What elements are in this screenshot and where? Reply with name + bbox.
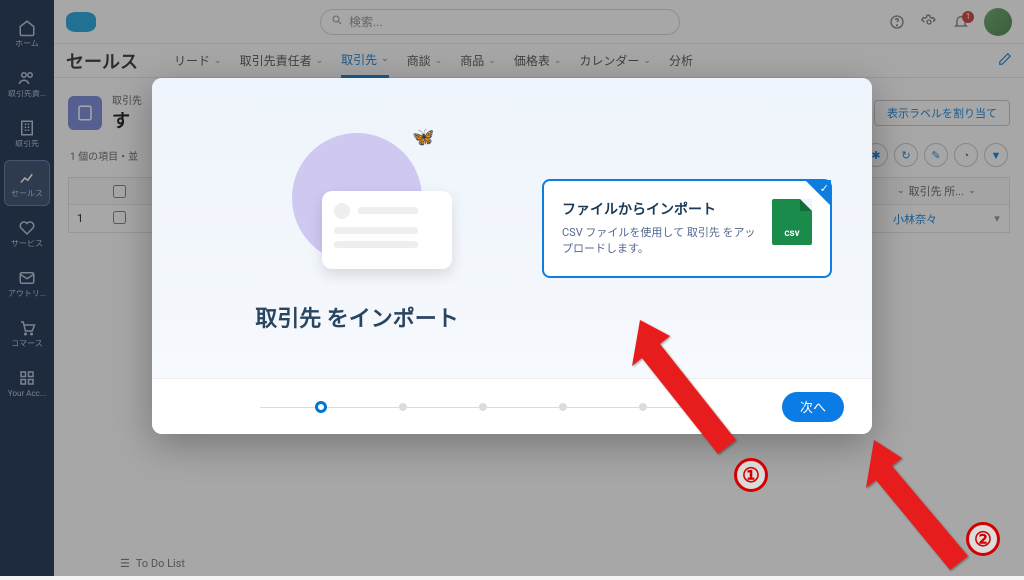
option-title: ファイルからインポート xyxy=(562,199,760,219)
butterfly-icon: 🦋 xyxy=(412,127,434,148)
step-dot-2 xyxy=(399,403,407,411)
modal-footer: 次へ xyxy=(152,378,872,434)
button-label: 次へ xyxy=(800,401,826,416)
callout-number-1: ① xyxy=(734,458,768,492)
next-button[interactable]: 次へ xyxy=(782,392,844,422)
modal-overlay: ✕ 🦋 取引先 をインポート ファイルからインポート CSV ファイルを使用して… xyxy=(0,0,1024,576)
step-dot-1 xyxy=(315,401,327,413)
step-dot-5 xyxy=(639,403,647,411)
import-modal: 🦋 取引先 をインポート ファイルからインポート CSV ファイルを使用して 取… xyxy=(152,78,872,434)
csv-file-icon xyxy=(772,199,812,245)
modal-body: 🦋 取引先 をインポート ファイルからインポート CSV ファイルを使用して 取… xyxy=(152,78,872,378)
callout-number-2: ② xyxy=(966,522,1000,556)
step-dot-4 xyxy=(559,403,567,411)
option-description: CSV ファイルを使用して 取引先 をアップロードします。 xyxy=(562,225,760,258)
import-from-file-option[interactable]: ファイルからインポート CSV ファイルを使用して 取引先 をアップロードします… xyxy=(542,179,832,278)
wizard-stepper xyxy=(180,401,782,413)
modal-left-column: 🦋 取引先 をインポート xyxy=(192,123,522,333)
modal-title: 取引先 をインポート xyxy=(255,301,458,333)
import-illustration: 🦋 xyxy=(252,123,462,273)
step-dot-3 xyxy=(479,403,487,411)
